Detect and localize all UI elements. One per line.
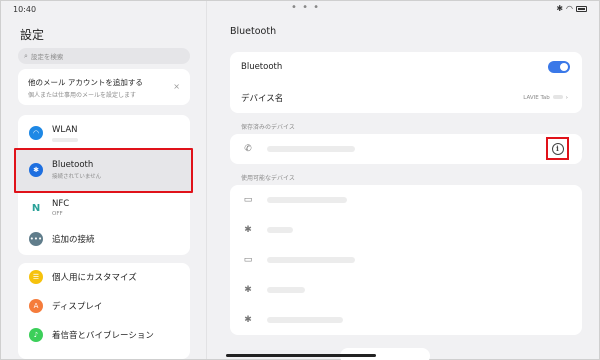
sidebar-item-label: 個人用にカスタマイズ	[52, 273, 137, 283]
nfc-icon: N	[31, 202, 41, 214]
page-title: 設定	[20, 28, 45, 42]
search-input[interactable]: ⌕ 設定を検索	[18, 48, 190, 64]
mail-card-title: 他のメール アカウントを追加する	[28, 78, 143, 87]
available-device-row[interactable]: ✱	[230, 275, 582, 305]
display-icon: A	[29, 299, 43, 313]
search-icon: ⌕	[24, 51, 28, 60]
redacted-device-name	[267, 197, 347, 203]
bluetooth-device-icon: ✱	[244, 315, 252, 325]
sidebar-item-sound[interactable]: ♪ 着信音とバイブレーション	[18, 317, 190, 353]
add-mail-account-card[interactable]: 他のメール アカウントを追加する 個人または仕事用のメールを設定します ×	[18, 69, 190, 105]
redacted-device-name	[267, 287, 305, 293]
more-connections-icon: •••	[29, 232, 43, 246]
battery-icon	[576, 5, 587, 12]
available-device-row[interactable]: ✱	[230, 215, 582, 245]
bluetooth-settings-card: Bluetooth デバイス名 LAVIE Tab ›	[230, 52, 582, 113]
close-icon[interactable]: ×	[173, 82, 180, 91]
redacted-network-name	[52, 137, 78, 142]
sidebar-item-label: WLAN	[52, 124, 78, 135]
bluetooth-toggle-row[interactable]: Bluetooth	[230, 52, 582, 82]
sidebar-item-label: NFC	[52, 199, 70, 209]
device-info-button[interactable]: i	[546, 137, 569, 160]
monitor-icon: ▭	[243, 195, 253, 205]
bluetooth-toggle[interactable]	[548, 61, 570, 73]
saved-devices-card: ✆	[230, 134, 582, 164]
device-name-row[interactable]: デバイス名 LAVIE Tab ›	[230, 83, 582, 113]
available-devices-card: ▭ ✱ ▭ ✱ ✱	[230, 185, 582, 335]
saved-device-row[interactable]: ✆	[230, 134, 582, 164]
redacted-device-suffix	[552, 95, 563, 99]
status-icons: ✱ ◠	[556, 4, 587, 13]
device-name-label: デバイス名	[241, 94, 284, 104]
sidebar-item-label: ディスプレイ	[52, 302, 103, 312]
sidebar-item-sub: 接続されていません	[52, 174, 102, 180]
available-device-row[interactable]: ▭	[230, 185, 582, 215]
info-icon: i	[551, 142, 564, 155]
chevron-right-icon: ›	[565, 95, 568, 101]
sidebar-item-label: 追加の接続	[52, 235, 95, 245]
redacted-device-name	[267, 146, 355, 152]
sidebar-item-more-connections[interactable]: ••• 追加の接続	[18, 221, 190, 257]
bluetooth-icon: ✱	[29, 163, 43, 177]
search-placeholder: 設定を検索	[30, 53, 64, 61]
wifi-status-icon: ◠	[566, 4, 573, 13]
detail-title: Bluetooth	[230, 26, 277, 37]
phone-icon: ✆	[244, 144, 252, 154]
bluetooth-device-icon: ✱	[244, 285, 252, 295]
device-name-text: LAVIE Tab	[523, 95, 550, 101]
sidebar-item-wlan[interactable]: ◠ WLAN	[18, 115, 190, 151]
device-name-value: LAVIE Tab ›	[523, 95, 568, 101]
bluetooth-row-label: Bluetooth	[241, 62, 283, 72]
redacted-device-name	[267, 317, 343, 323]
monitor-icon: ▭	[243, 255, 253, 265]
bluetooth-device-icon: ✱	[244, 225, 252, 235]
gesture-handle[interactable]	[226, 354, 376, 357]
personalize-icon: ☰	[29, 270, 43, 284]
sidebar-item-label: 着信音とバイブレーション	[52, 331, 154, 341]
bluetooth-status-icon: ✱	[556, 4, 564, 13]
multitask-dots[interactable]: • • •	[291, 2, 320, 13]
wifi-icon: ◠	[29, 126, 43, 140]
available-devices-header: 使用可能なデバイス	[241, 175, 295, 182]
status-time: 10:40	[13, 5, 37, 14]
available-device-row[interactable]: ▭	[230, 245, 582, 275]
available-device-row[interactable]: ✱	[230, 305, 582, 335]
redacted-device-name	[267, 257, 355, 263]
saved-devices-header: 保存済みのデバイス	[241, 124, 295, 131]
mail-card-subtitle: 個人または仕事用のメールを設定します	[28, 92, 137, 99]
sidebar-item-sub: OFF	[52, 211, 63, 217]
sidebar-item-bluetooth[interactable]: ✱ Bluetooth 接続されていません	[18, 152, 190, 188]
sound-icon: ♪	[29, 328, 43, 342]
redacted-device-name	[267, 227, 293, 233]
sidebar-item-label: Bluetooth	[52, 160, 94, 170]
